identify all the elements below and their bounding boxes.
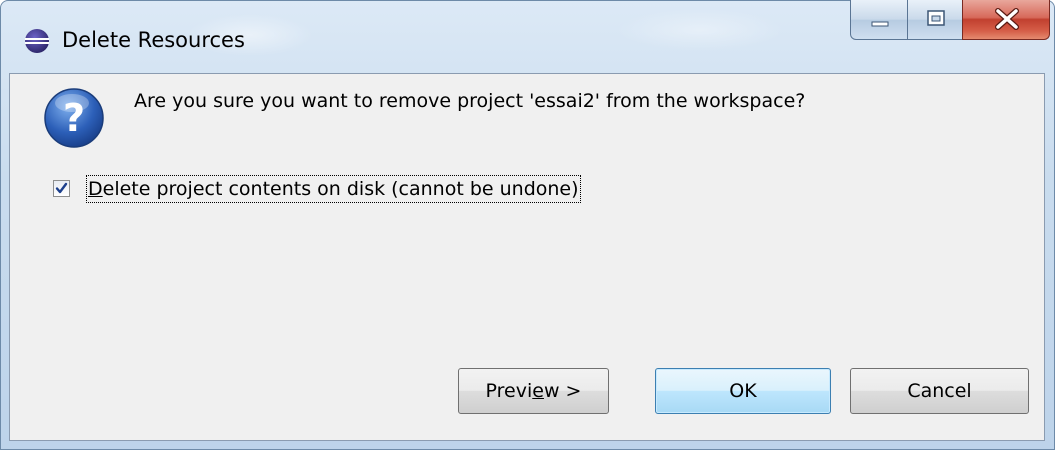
maximize-icon [927, 10, 945, 26]
delete-contents-checkbox[interactable] [53, 180, 70, 197]
confirmation-message: Are you sure you want to remove project … [134, 90, 806, 112]
cancel-button[interactable]: Cancel [850, 368, 1029, 414]
delete-contents-label[interactable]: Delete project contents on disk (cannot … [86, 175, 581, 203]
close-icon [995, 8, 1019, 30]
preview-button[interactable]: Previ e w > [458, 368, 609, 414]
eclipse-icon [24, 28, 50, 54]
dialog-content: ? Are you sure you want to remove projec… [9, 73, 1045, 441]
delete-contents-mnemonic: D [88, 178, 103, 200]
minimize-icon [871, 21, 889, 27]
title-bar[interactable]: Delete Resources [0, 0, 1055, 72]
ok-label: OK [729, 380, 757, 402]
close-button[interactable] [962, 0, 1050, 40]
delete-resources-dialog: Delete Resources ? Are you sure you want… [0, 0, 1055, 450]
preview-label-suffix: w > [543, 380, 582, 402]
checkmark-icon [55, 182, 68, 194]
minimize-button[interactable] [850, 0, 908, 40]
preview-label-prefix: Previ [485, 380, 533, 402]
cancel-label: Cancel [907, 380, 972, 402]
maximize-button[interactable] [907, 0, 963, 40]
question-icon: ? [42, 86, 106, 150]
delete-contents-label-text: elete project contents on disk (cannot b… [102, 178, 579, 200]
ok-button[interactable]: OK [655, 368, 831, 414]
svg-text:?: ? [63, 96, 85, 140]
preview-mnemonic: e [532, 380, 544, 402]
window-title: Delete Resources [62, 28, 245, 52]
